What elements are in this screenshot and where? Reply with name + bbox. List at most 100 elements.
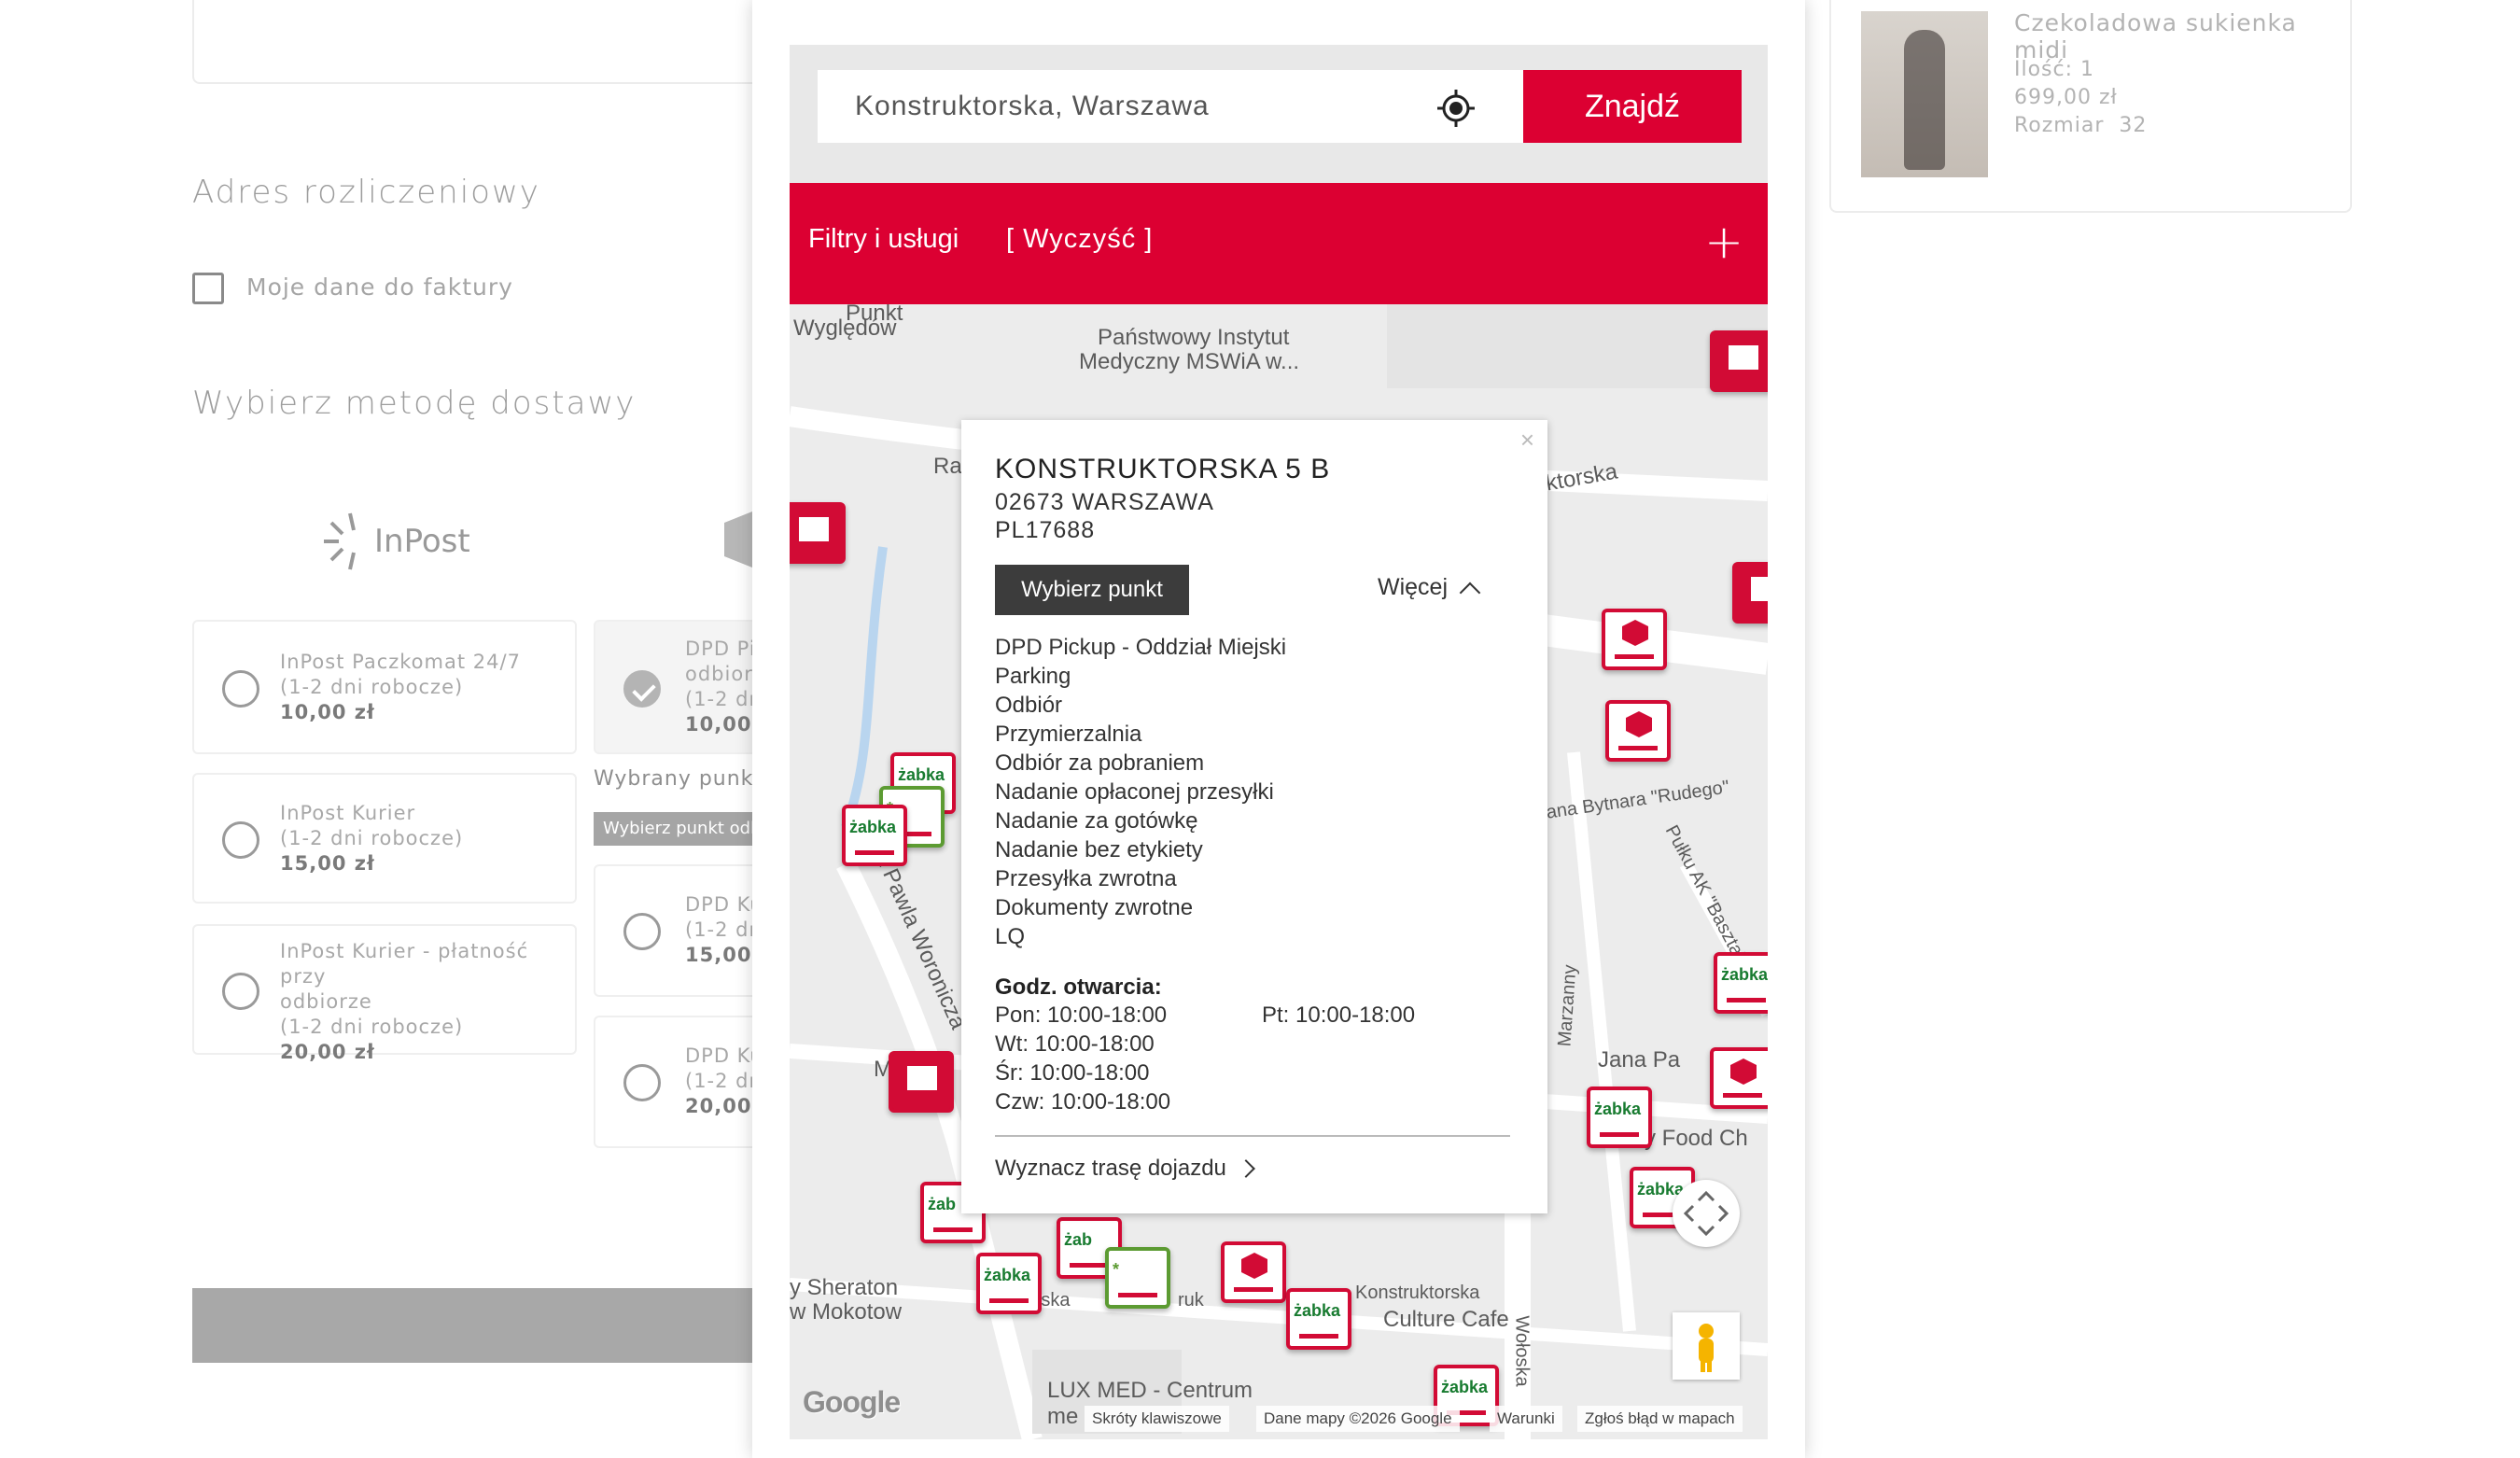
product-image <box>1861 11 1988 177</box>
pickup-marker[interactable] <box>1710 330 1768 392</box>
map-data-label: Dane mapy ©2026 Google <box>1256 1406 1460 1432</box>
radio-button-checked[interactable] <box>623 670 661 708</box>
service-item: Nadanie bez etykiety <box>995 837 1203 862</box>
map-label: Medyczny MSWiA w... <box>1079 349 1300 374</box>
point-info-popup: × KONSTRUKTORSKA 5 B 02673 WARSZAWA PL17… <box>961 420 1547 1213</box>
option-days: (1-2 dn <box>685 688 763 710</box>
radio-button[interactable] <box>222 973 259 1010</box>
inpost-sun-icon <box>324 512 356 570</box>
map-label: w Mokotow <box>790 1299 903 1325</box>
keyboard-shortcuts-link[interactable]: Skróty klawiszowe <box>1085 1406 1229 1432</box>
cart-item-card: Czekoladowa sukienka midi Ilość: 1 699,0… <box>1829 0 2352 213</box>
pickup-marker[interactable]: żabka <box>1714 952 1768 1014</box>
hours-row: Śr: 10:00-18:00 <box>995 1060 1150 1086</box>
route-label: Wyznacz trasę dojazdu <box>995 1156 1226 1181</box>
pickup-marker[interactable] <box>1710 1047 1768 1109</box>
option-days: (1-2 dni robocze) <box>280 1016 464 1038</box>
option-inpost-kurier[interactable]: InPost Kurier (1-2 dni robocze) 15,00 zł <box>192 773 577 904</box>
service-item: Przymierzalnia <box>995 722 1142 747</box>
radio-button[interactable] <box>623 913 661 950</box>
radio-button[interactable] <box>222 670 259 708</box>
pickup-marker[interactable] <box>1605 700 1671 762</box>
product-size-label: Rozmiar <box>2014 114 2105 137</box>
select-point-button[interactable]: Wybierz punkt <box>995 565 1189 615</box>
selected-point-label: Wybrany punkt <box>594 767 763 791</box>
chevron-up-icon <box>1459 582 1481 604</box>
hours-row: Pon: 10:00-18:00 <box>995 1002 1168 1028</box>
map-label: Ra <box>933 454 962 479</box>
opening-hours-heading: Godz. otwarcia: <box>995 974 1162 1000</box>
continue-button[interactable] <box>192 1288 752 1363</box>
map-pan-control[interactable] <box>1673 1180 1740 1247</box>
service-item: Nadanie za gotówkę <box>995 808 1198 834</box>
option-price: 10,00 <box>685 713 752 736</box>
hours-row: Wt: 10:00-18:00 <box>995 1031 1155 1057</box>
point-name: KONSTRUKTORSKA 5 B <box>995 454 1331 484</box>
service-item: Parking <box>995 664 1071 689</box>
more-toggle[interactable]: Więcej <box>1378 574 1481 604</box>
pickup-marker[interactable] <box>1732 562 1768 624</box>
pickup-marker[interactable]: * <box>1105 1247 1170 1309</box>
option-name-cont: odbiorze <box>280 990 372 1013</box>
pickup-marker[interactable]: żabka <box>1286 1288 1351 1350</box>
map-label: Konstruktorska <box>1355 1283 1480 1303</box>
route-link[interactable]: Wyznacz trasę dojazdu <box>995 1156 1255 1182</box>
service-item: Odbiór <box>995 693 1063 718</box>
inpost-logo: InPost <box>322 504 470 579</box>
dpd-logo <box>724 512 752 568</box>
service-item: Dokumenty zwrotne <box>995 895 1194 920</box>
option-price: 20,00 zł <box>280 1041 375 1063</box>
option-name: InPost Kurier <box>280 802 416 824</box>
map-label: y Sheraton <box>790 1275 899 1300</box>
divider <box>995 1135 1510 1137</box>
option-inpost-kurier-cod[interactable]: InPost Kurier - płatność przy odbiorze (1-… <box>192 924 577 1063</box>
clear-filters-link[interactable]: [ Wyczyść ] <box>1006 224 1153 255</box>
invoice-checkbox[interactable] <box>192 273 224 304</box>
google-logo: Google <box>803 1385 901 1419</box>
option-name-cont: odbior <box>685 663 753 685</box>
location-search-input[interactable] <box>818 70 1527 143</box>
option-inpost-paczkomat[interactable]: InPost Paczkomat 24/7 (1-2 dni robocze) 10… <box>192 620 577 754</box>
filters-bar[interactable]: Filtry i usługi [ Wyczyść ] + <box>790 183 1768 304</box>
radio-button[interactable] <box>222 821 259 859</box>
option-price: 10,00 zł <box>280 701 375 723</box>
pickup-marker[interactable]: żabka <box>842 805 907 866</box>
locate-me-icon[interactable] <box>1437 90 1475 127</box>
street-view-pegman[interactable] <box>1673 1312 1740 1380</box>
map-label: Państwowy Instytut <box>1098 325 1290 350</box>
point-postal: 02673 WARSZAWA <box>995 489 1214 515</box>
pickup-marker[interactable] <box>1602 609 1667 670</box>
terms-link[interactable]: Warunki <box>1490 1406 1562 1432</box>
map-label: me <box>1047 1404 1079 1429</box>
invoice-checkbox-label: Moje dane do faktury <box>246 273 513 301</box>
report-error-link[interactable]: Zgłoś błąd w mapach <box>1577 1406 1743 1432</box>
point-code: PL17688 <box>995 517 1096 543</box>
product-name: Czekoladowa sukienka midi <box>2014 9 2297 63</box>
pickup-marker-selected[interactable] <box>1221 1241 1286 1303</box>
move-arrows-icon <box>1683 1190 1729 1237</box>
inpost-logo-text: InPost <box>374 523 470 560</box>
option-name: InPost Paczkomat 24/7 <box>280 651 521 673</box>
pickup-marker[interactable] <box>889 1051 954 1113</box>
product-size-value: 32 <box>2119 114 2148 137</box>
close-icon[interactable]: × <box>1520 426 1534 455</box>
product-size: Rozmiar 32 <box>2014 114 2147 137</box>
service-item: Odbiór za pobraniem <box>995 750 1205 776</box>
find-button[interactable]: Znajdź <box>1523 70 1742 143</box>
map-label: Culture Cafe <box>1383 1307 1509 1332</box>
service-item: Nadanie opłaconej przesyłki <box>995 779 1274 805</box>
filters-label: Filtry i usługi <box>808 224 959 254</box>
map-label: Wyględów <box>793 315 897 341</box>
option-price: 15,00 zł <box>280 852 375 875</box>
pickup-marker[interactable]: żabka <box>1587 1086 1652 1148</box>
pickup-marker[interactable] <box>790 502 846 564</box>
hours-row: Pt: 10:00-18:00 <box>1262 1002 1416 1028</box>
radio-button[interactable] <box>623 1064 661 1101</box>
choose-point-button[interactable]: Wybierz punkt odbi <box>594 812 752 846</box>
service-item: DPD Pickup - Oddział Miejski <box>995 635 1287 660</box>
option-name: DPD Pi <box>685 638 756 660</box>
billing-heading: Adres rozliczeniowy <box>192 174 540 211</box>
pickup-marker[interactable]: żabka <box>976 1253 1042 1314</box>
expand-plus-icon[interactable]: + <box>1704 218 1743 265</box>
service-item: Przesyłka zwrotna <box>995 866 1177 891</box>
